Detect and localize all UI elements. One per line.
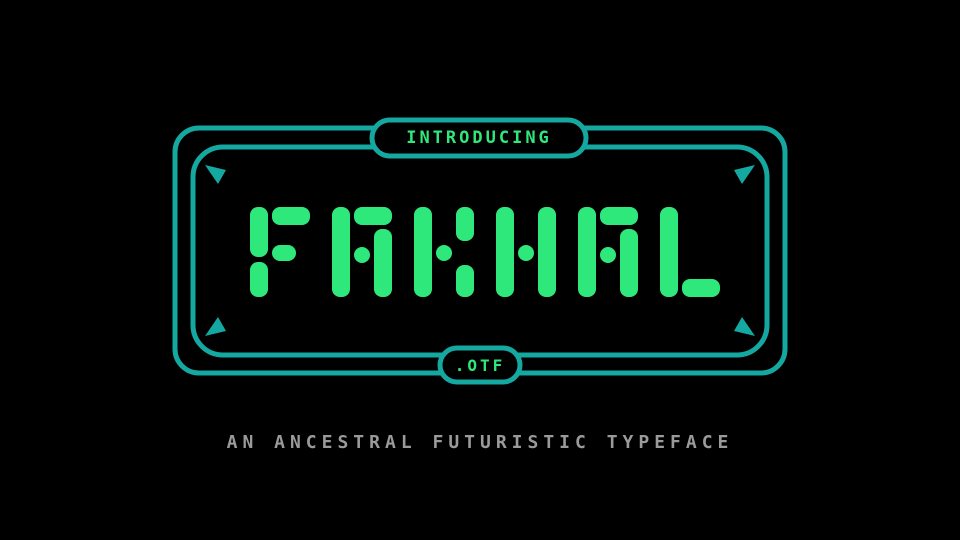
logotype-letter-a <box>578 207 638 297</box>
font-name-logotype <box>250 207 720 297</box>
introducing-label: INTRODUCING <box>406 128 552 148</box>
corner-ornament-br <box>734 317 755 336</box>
logotype-letter-l <box>660 207 720 297</box>
ornamental-frame <box>172 117 788 385</box>
logotype-letter-h <box>496 207 556 297</box>
corner-ornament-tr <box>734 165 755 184</box>
file-extension-label: .OTF <box>454 356 506 375</box>
tagline: AN ANCESTRAL FUTURISTIC TYPEFACE <box>226 432 734 453</box>
logotype-letter-k <box>414 207 474 297</box>
corner-ornament-bl <box>205 317 226 336</box>
logotype-letter-f <box>250 207 310 297</box>
logotype-letter-a <box>332 207 392 297</box>
corner-ornament-tl <box>205 165 226 184</box>
